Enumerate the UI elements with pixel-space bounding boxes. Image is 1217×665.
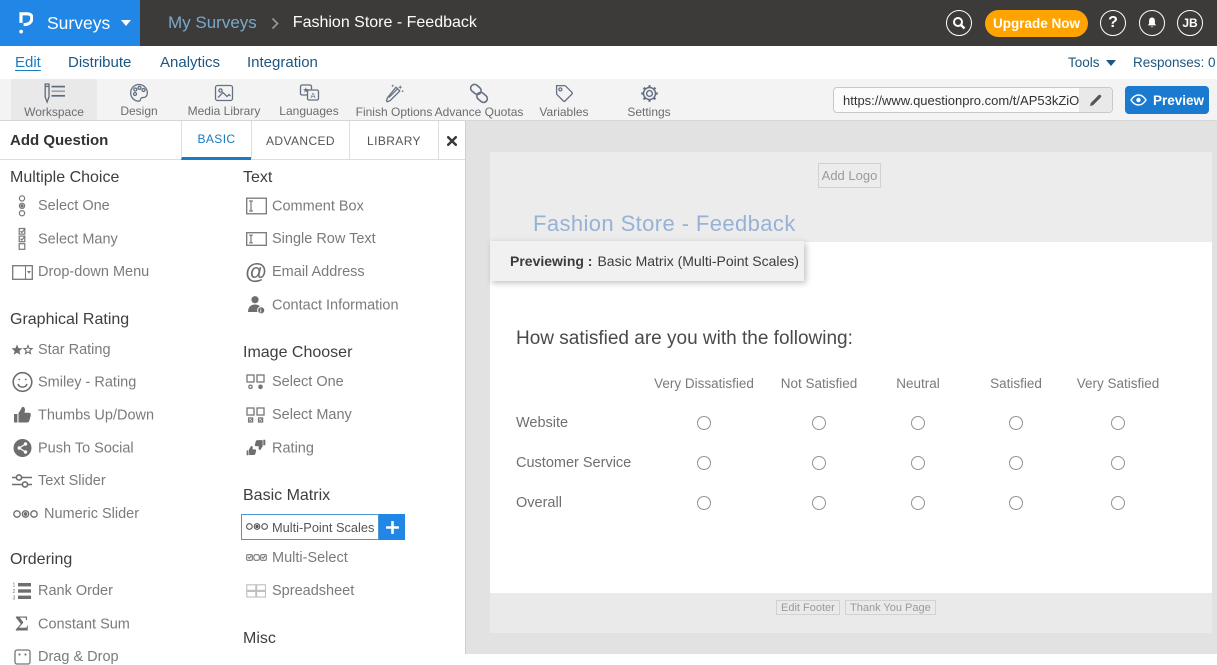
svg-text:3: 3 bbox=[13, 595, 16, 600]
svg-text:1: 1 bbox=[13, 583, 16, 589]
svg-text:A: A bbox=[310, 91, 315, 100]
svg-text:2: 2 bbox=[13, 589, 16, 595]
svg-text:★: ★ bbox=[302, 86, 309, 95]
